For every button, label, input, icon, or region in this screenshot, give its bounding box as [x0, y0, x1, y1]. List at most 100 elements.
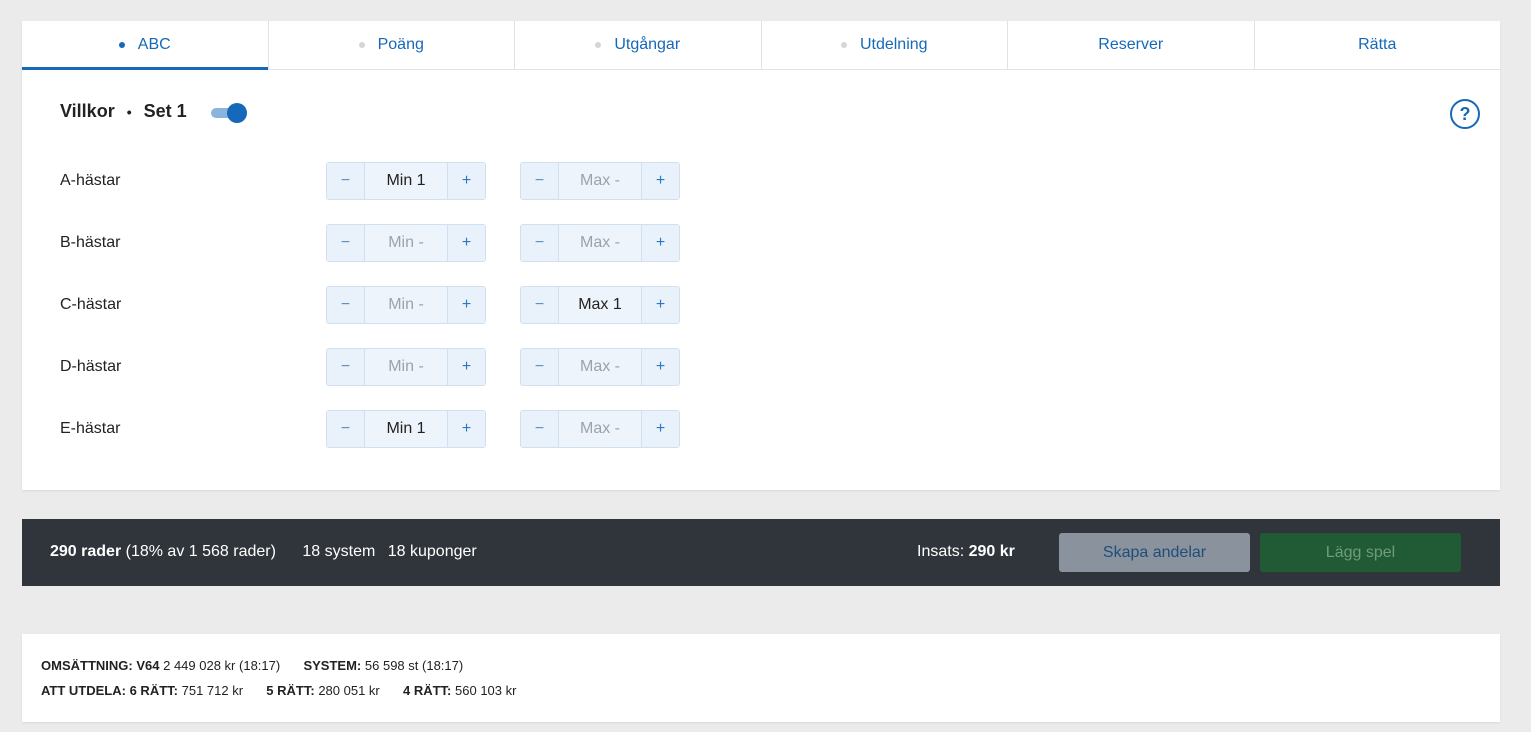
pool-info-card: OMSÄTTNING: V64 2 449 028 kr (18:17) SYS…	[22, 634, 1500, 722]
min-decrement-button[interactable]: −	[327, 411, 365, 447]
tab-label: ABC	[137, 36, 171, 53]
max-stepper: − Max - +	[520, 224, 680, 262]
place-bet-button[interactable]: Lägg spel	[1260, 533, 1461, 572]
tab-poang[interactable]: Poäng	[269, 21, 515, 69]
status-dot-icon	[358, 42, 365, 48]
status-dot-icon	[840, 42, 847, 48]
max-value: Max -	[559, 411, 641, 447]
max-value: Max -	[559, 163, 641, 199]
min-stepper: − Min 1 +	[326, 162, 486, 200]
min-value: Min 1	[365, 163, 447, 199]
tab-ratta[interactable]: Rätta	[1255, 21, 1501, 69]
min-stepper: − Min - +	[326, 224, 486, 262]
min-increment-button[interactable]: +	[447, 349, 485, 385]
status-dot-icon	[118, 42, 125, 48]
min-stepper: − Min - +	[326, 286, 486, 324]
system-label: SYSTEM:	[303, 658, 362, 673]
coupon-count: 18 kuponger	[387, 543, 477, 560]
min-decrement-button[interactable]: −	[327, 287, 365, 323]
five-right-label: 5 RÄTT:	[266, 683, 315, 698]
row-label: E-hästar	[60, 420, 121, 437]
condition-row-d: D-hästar − Min - + − Max - +	[60, 348, 714, 386]
payout-label: ATT UTDELA:	[41, 683, 126, 698]
abc-panel: ABC Poäng Utgångar Utdelning Reserver Rä…	[22, 21, 1500, 490]
set-label: Set 1	[143, 101, 187, 121]
system-time: (18:17)	[422, 658, 464, 673]
max-increment-button[interactable]: +	[641, 225, 679, 261]
max-decrement-button[interactable]: −	[521, 349, 559, 385]
turnover-line: OMSÄTTNING: V64 2 449 028 kr (18:17) SYS…	[41, 658, 463, 673]
max-increment-button[interactable]: +	[641, 411, 679, 447]
summary-bar: 290 rader (18% av 1 568 rader) 18 system…	[22, 519, 1500, 586]
max-increment-button[interactable]: +	[641, 287, 679, 323]
set-toggle[interactable]	[210, 102, 247, 123]
tab-label: Poäng	[377, 36, 424, 53]
min-increment-button[interactable]: +	[447, 411, 485, 447]
max-increment-button[interactable]: +	[641, 163, 679, 199]
condition-row-c: C-hästar − Min - + − Max 1 +	[60, 286, 714, 324]
four-right-value: 560 103 kr	[455, 683, 517, 698]
max-stepper: − Max - +	[520, 410, 680, 448]
tab-label: Utgångar	[614, 36, 681, 53]
min-increment-button[interactable]: +	[447, 163, 485, 199]
row-label: C-hästar	[60, 296, 122, 313]
six-right-label: 6 RÄTT:	[129, 683, 178, 698]
stake-value: 290 kr	[968, 543, 1015, 560]
help-icon[interactable]: ?	[1450, 99, 1480, 129]
max-increment-button[interactable]: +	[641, 349, 679, 385]
title-separator: •	[126, 103, 132, 120]
tab-label: Utdelning	[859, 36, 928, 53]
system-count: 18 system	[302, 543, 376, 560]
min-value: Min -	[365, 287, 447, 323]
max-decrement-button[interactable]: −	[521, 287, 559, 323]
system-value: 56 598 st	[364, 658, 419, 673]
max-decrement-button[interactable]: −	[521, 225, 559, 261]
min-stepper: − Min - +	[326, 348, 486, 386]
min-decrement-button[interactable]: −	[327, 225, 365, 261]
condition-row-b: B-hästar − Min - + − Max - +	[60, 224, 714, 262]
row-label: B-hästar	[60, 234, 121, 251]
game-type: V64	[136, 658, 160, 673]
tab-reserver[interactable]: Reserver	[1008, 21, 1255, 69]
six-right-value: 751 712 kr	[181, 683, 244, 698]
min-value: Min -	[365, 349, 447, 385]
min-increment-button[interactable]: +	[447, 225, 485, 261]
stake-label: Insats:	[917, 543, 965, 560]
tab-label: Reserver	[1098, 36, 1164, 53]
create-shares-button[interactable]: Skapa andelar	[1059, 533, 1250, 572]
turnover-value: 2 449 028 kr	[163, 658, 236, 673]
min-value: Min 1	[365, 411, 447, 447]
min-decrement-button[interactable]: −	[327, 163, 365, 199]
max-value: Max -	[559, 225, 641, 261]
tab-abc[interactable]: ABC	[22, 21, 269, 70]
turnover-time: (18:17)	[239, 658, 281, 673]
tab-bar: ABC Poäng Utgångar Utdelning Reserver Rä…	[22, 21, 1500, 70]
max-value: Max 1	[559, 287, 641, 323]
condition-row-e: E-hästar − Min 1 + − Max - +	[60, 410, 714, 448]
four-right-label: 4 RÄTT:	[403, 683, 452, 698]
max-decrement-button[interactable]: −	[521, 411, 559, 447]
min-stepper: − Min 1 +	[326, 410, 486, 448]
min-decrement-button[interactable]: −	[327, 349, 365, 385]
tab-utdelning[interactable]: Utdelning	[762, 21, 1008, 69]
toggle-knob	[226, 102, 247, 123]
max-stepper: − Max 1 +	[520, 286, 680, 324]
tab-utgangar[interactable]: Utgångar	[515, 21, 762, 69]
max-decrement-button[interactable]: −	[521, 163, 559, 199]
conditions-title: Villkor	[60, 101, 115, 121]
turnover-label: OMSÄTTNING:	[41, 658, 133, 673]
payout-line: ATT UTDELA: 6 RÄTT: 751 712 kr 5 RÄTT: 2…	[41, 683, 516, 698]
status-dot-icon	[595, 42, 602, 48]
rows-count: 290 rader	[50, 543, 122, 560]
tab-label: Rätta	[1358, 36, 1397, 53]
rows-summary: 290 rader (18% av 1 568 rader) 18 system…	[50, 543, 477, 561]
max-stepper: − Max - +	[520, 162, 680, 200]
stake-summary: Insats: 290 kr	[917, 543, 1015, 561]
row-label: A-hästar	[60, 172, 121, 189]
min-increment-button[interactable]: +	[447, 287, 485, 323]
conditions-header: Villkor • Set 1	[60, 101, 247, 123]
five-right-value: 280 051 kr	[318, 683, 380, 698]
max-value: Max -	[559, 349, 641, 385]
rows-detail: (18% av 1 568 rader)	[125, 543, 276, 560]
condition-row-a: A-hästar − Min 1 + − Max - +	[60, 162, 714, 200]
